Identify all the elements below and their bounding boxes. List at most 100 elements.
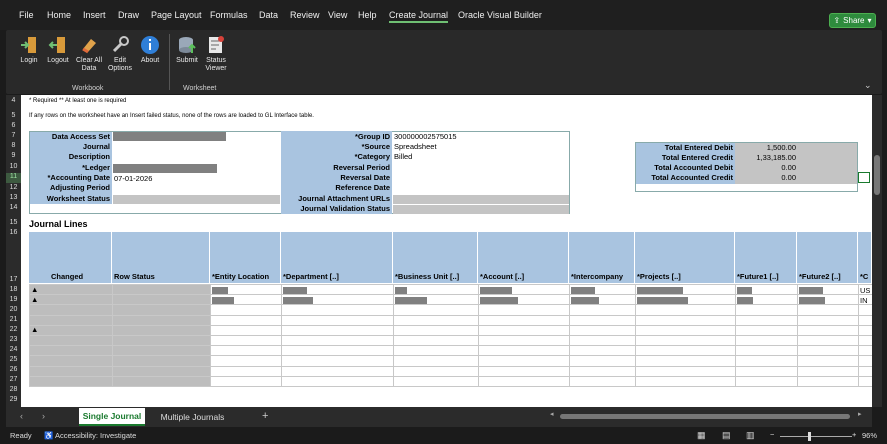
row-number[interactable]: 27 <box>6 376 21 383</box>
redacted-cell[interactable] <box>480 297 518 304</box>
collapse-ribbon-icon[interactable]: ⌄ <box>864 80 872 91</box>
redacted-cell[interactable] <box>637 297 688 304</box>
redacted-cell[interactable] <box>737 287 752 294</box>
zoom-in-button[interactable]: + <box>852 430 856 439</box>
col-header-business-unit[interactable]: *Business Unit [..] <box>393 232 478 283</box>
row-number[interactable]: 24 <box>6 346 21 353</box>
col-header-entity-location[interactable]: *Entity Location <box>210 232 281 283</box>
horizontal-scroll-thumb[interactable] <box>560 414 850 419</box>
redacted-cell[interactable] <box>571 287 595 294</box>
redacted-cell[interactable] <box>212 287 228 294</box>
row-number[interactable]: 25 <box>6 356 21 363</box>
category-value[interactable]: Billed <box>394 152 412 161</box>
tab-single-journal[interactable]: Single Journal <box>79 408 145 426</box>
vertical-scrollbar[interactable] <box>872 95 882 407</box>
col-header-projects[interactable]: *Projects [..] <box>635 232 735 283</box>
scroll-left-icon[interactable]: ◂ <box>550 410 554 418</box>
tab-multiple-journals[interactable]: Multiple Journals <box>150 408 235 426</box>
col-header-account[interactable]: *Account [..] <box>478 232 569 283</box>
redacted-cell[interactable] <box>395 297 427 304</box>
row-number[interactable]: 15 <box>6 219 21 226</box>
col-header-department[interactable]: *Department [..] <box>281 232 393 283</box>
row-number[interactable]: 9 <box>6 152 21 159</box>
row-number[interactable]: 5 <box>6 112 21 119</box>
row-number[interactable]: 18 <box>6 286 21 293</box>
menu-review[interactable]: Review <box>290 10 320 20</box>
edit-options-button[interactable]: Edit Options <box>105 35 135 73</box>
vertical-scroll-thumb[interactable] <box>874 155 880 195</box>
accessibility-status[interactable]: Accessibility: Investigate <box>55 431 136 440</box>
page-layout-view-icon[interactable]: ▤ <box>722 430 731 441</box>
row-number[interactable]: 16 <box>6 229 21 236</box>
data-access-set-value-redacted[interactable] <box>113 132 226 141</box>
redacted-cell[interactable] <box>480 287 512 294</box>
tab-scroll-left-icon[interactable]: ‹ <box>20 411 23 421</box>
row-number[interactable]: 7 <box>6 132 21 139</box>
logout-button[interactable]: Logout <box>44 35 72 65</box>
row-number[interactable]: 17 <box>6 276 21 283</box>
row-number[interactable]: 29 <box>6 396 21 403</box>
currency-cell[interactable]: US <box>860 286 870 295</box>
ledger-value-redacted[interactable] <box>113 164 217 173</box>
col-header-future1[interactable]: *Future1 [..] <box>735 232 797 283</box>
menu-view[interactable]: View <box>328 10 347 20</box>
row-number[interactable]: 13 <box>6 194 21 201</box>
group-id-value[interactable]: 300000002575015 <box>394 132 457 141</box>
redacted-cell[interactable] <box>283 297 313 304</box>
redacted-cell[interactable] <box>799 287 823 294</box>
scroll-right-icon[interactable]: ▸ <box>858 410 862 418</box>
zoom-slider[interactable] <box>780 436 852 437</box>
redacted-cell[interactable] <box>637 287 683 294</box>
redacted-cell[interactable] <box>395 287 407 294</box>
col-header-changed[interactable]: Changed <box>29 232 112 283</box>
col-header-future2[interactable]: *Future2 [..] <box>797 232 858 283</box>
login-button[interactable]: Login <box>16 35 42 65</box>
menu-home[interactable]: Home <box>47 10 71 20</box>
redacted-cell[interactable] <box>212 297 234 304</box>
selected-cell[interactable] <box>858 172 870 183</box>
currency-cell[interactable]: IN <box>860 296 868 305</box>
status-viewer-button[interactable]: Status Viewer <box>202 35 230 73</box>
zoom-slider-thumb[interactable] <box>808 432 811 441</box>
menu-draw[interactable]: Draw <box>118 10 139 20</box>
source-value[interactable]: Spreadsheet <box>394 142 437 151</box>
row-number[interactable]: 20 <box>6 306 21 313</box>
menu-oracle-visual-builder[interactable]: Oracle Visual Builder <box>458 10 542 20</box>
row-number[interactable]: 19 <box>6 296 21 303</box>
row-number[interactable]: 28 <box>6 386 21 393</box>
row-number[interactable]: 23 <box>6 336 21 343</box>
share-button[interactable]: ⇪ Share ▾ <box>829 13 876 28</box>
row-number[interactable]: 26 <box>6 366 21 373</box>
page-break-view-icon[interactable]: ▥ <box>746 430 755 441</box>
row-number[interactable]: 21 <box>6 316 21 323</box>
col-header-intercompany[interactable]: *Intercompany <box>569 232 635 283</box>
row-number[interactable]: 12 <box>6 184 21 191</box>
zoom-level[interactable]: 96% <box>862 431 877 440</box>
tab-scroll-right-icon[interactable]: › <box>42 411 45 421</box>
menu-data[interactable]: Data <box>259 10 278 20</box>
redacted-cell[interactable] <box>799 297 825 304</box>
col-header-currency[interactable]: *C <box>858 232 872 283</box>
row-number[interactable]: 22 <box>6 326 21 333</box>
about-button[interactable]: About <box>137 35 163 65</box>
row-number[interactable]: 4 <box>6 97 21 104</box>
row-number[interactable]: 10 <box>6 163 21 170</box>
row-number-selected[interactable]: 11 <box>6 173 21 183</box>
submit-button[interactable]: Submit <box>173 35 201 65</box>
row-number[interactable]: 6 <box>6 122 21 129</box>
menu-insert[interactable]: Insert <box>83 10 106 20</box>
zoom-out-button[interactable]: − <box>770 430 774 439</box>
menu-page-layout[interactable]: Page Layout <box>151 10 202 20</box>
redacted-cell[interactable] <box>571 297 599 304</box>
add-sheet-button[interactable]: + <box>262 410 268 422</box>
col-header-row-status[interactable]: Row Status <box>112 232 210 283</box>
clear-all-data-button[interactable]: Clear All Data <box>74 35 104 73</box>
menu-file[interactable]: File <box>19 10 34 20</box>
accounting-date-value[interactable]: 07-01-2026 <box>114 174 152 183</box>
redacted-cell[interactable] <box>283 287 307 294</box>
row-number[interactable]: 14 <box>6 204 21 211</box>
normal-view-icon[interactable]: ▦ <box>697 430 706 441</box>
menu-formulas[interactable]: Formulas <box>210 10 248 20</box>
menu-create-journal[interactable]: Create Journal <box>389 10 449 23</box>
redacted-cell[interactable] <box>737 297 753 304</box>
